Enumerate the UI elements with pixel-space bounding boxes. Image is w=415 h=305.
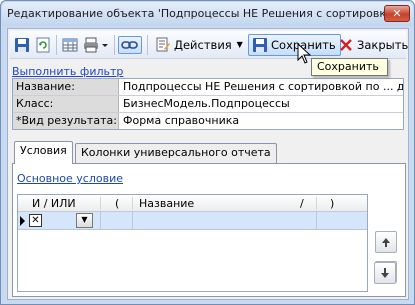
header-separator <box>316 197 317 210</box>
class-label: Класс: <box>13 96 119 112</box>
window-close-button[interactable]: ✕ <box>384 5 410 22</box>
save-tooltip: Сохранить <box>311 58 388 76</box>
run-filter-link[interactable]: Выполнить фильтр <box>12 65 123 78</box>
chevron-down-icon: ▼ <box>236 40 243 49</box>
actions-icon <box>155 37 171 53</box>
class-field[interactable]: БизнесМодель.Подпроцессы <box>120 96 403 112</box>
header-separator <box>132 197 133 210</box>
table-row[interactable]: ✕ ▼ <box>18 212 367 230</box>
form-row-name: Название: Подпроцессы НЕ Решения с сорти… <box>13 79 403 96</box>
title-bar[interactable]: Редактирование объекта 'Подпроцессы НЕ Р… <box>2 2 413 26</box>
tab-conditions[interactable]: Условия <box>14 141 73 164</box>
toolbar-separator <box>114 35 115 55</box>
window-title: Редактирование объекта 'Подпроцессы НЕ Р… <box>7 7 385 20</box>
current-row-marker-icon <box>20 216 25 226</box>
result-type-label: *Вид результата: <box>13 113 119 129</box>
name-label: Название: <box>13 79 119 95</box>
header-separator <box>100 197 101 210</box>
close-label: Закрыть <box>357 38 409 52</box>
toolbar: Действия ▼ Сохранить Закрыть <box>10 31 409 59</box>
close-icon <box>338 37 354 53</box>
header-close-paren[interactable]: ) <box>330 197 334 210</box>
conditions-panel: Основное условие И / ИЛИ ( Название / ) … <box>12 163 406 297</box>
toolbar-separator <box>56 35 57 55</box>
refresh-icon[interactable] <box>34 36 52 54</box>
header-slash[interactable]: / <box>300 197 304 210</box>
link-icon[interactable] <box>118 36 142 54</box>
object-form: Название: Подпроцессы НЕ Решения с сорти… <box>12 78 404 130</box>
form-row-result-type: *Вид результата: Форма справочника <box>13 113 403 130</box>
form-row-class: Класс: БизнесМодель.Подпроцессы <box>13 96 403 113</box>
move-up-button[interactable] <box>375 231 397 253</box>
editor-window: Редактирование объекта 'Подпроцессы НЕ Р… <box>0 0 415 305</box>
grid-header: И / ИЛИ ( Название / ) <box>18 195 367 212</box>
actions-label: Действия <box>174 38 232 52</box>
mouse-cursor-icon <box>297 42 313 65</box>
result-type-field[interactable]: Форма справочника <box>120 113 403 129</box>
save-icon <box>252 37 268 53</box>
save-button[interactable]: Сохранить <box>248 34 341 56</box>
arrow-down-icon <box>381 268 389 278</box>
tab-report-columns[interactable]: Колонки универсального отчета <box>75 143 277 163</box>
cell-divider <box>132 212 133 229</box>
name-field[interactable]: Подпроцессы НЕ Решения с сортировкой по … <box>120 79 403 95</box>
print-icon[interactable] <box>82 36 110 54</box>
and-or-dropdown[interactable]: ▼ <box>76 213 93 228</box>
move-down-button[interactable] <box>374 262 396 284</box>
row-checkbox[interactable]: ✕ <box>29 214 42 227</box>
header-name[interactable]: Название <box>139 197 194 210</box>
arrow-up-icon <box>382 238 390 247</box>
header-and-or[interactable]: И / ИЛИ <box>32 197 76 210</box>
save-icon[interactable] <box>13 36 31 54</box>
table-icon[interactable] <box>61 36 79 54</box>
cell-divider <box>100 212 101 229</box>
main-condition-link[interactable]: Основное условие <box>17 172 123 185</box>
close-button[interactable]: Закрыть <box>334 34 409 56</box>
cell-divider <box>316 212 317 229</box>
header-open-paren[interactable]: ( <box>115 197 119 210</box>
conditions-grid: И / ИЛИ ( Название / ) ✕ ▼ <box>17 194 368 292</box>
actions-button[interactable]: Действия ▼ <box>151 34 246 56</box>
toolbar-separator <box>147 35 148 55</box>
